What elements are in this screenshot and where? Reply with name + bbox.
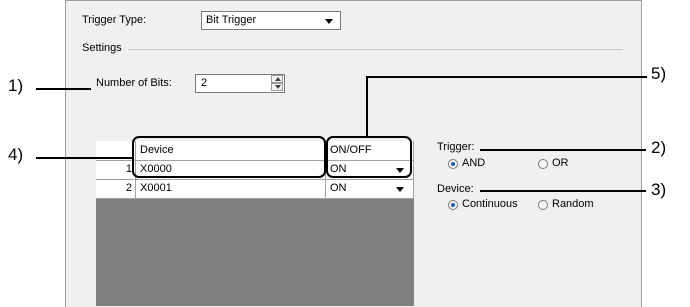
callout-2: 2) (651, 138, 667, 157)
callout-5-leader-h (366, 76, 647, 78)
device-mode-label: Device: (437, 183, 474, 195)
trigger-type-label: Trigger Type: (82, 14, 147, 26)
device-cell-2[interactable]: X0001 (136, 180, 326, 199)
spin-up-button[interactable] (271, 75, 283, 83)
chevron-down-icon (396, 187, 404, 192)
callout-2-leader (480, 149, 646, 151)
device-continuous-label[interactable]: Continuous (462, 198, 518, 210)
chevron-down-icon (325, 19, 333, 24)
device-column-highlight (132, 136, 326, 178)
device-random-radio[interactable] (538, 200, 548, 210)
callout-5-leader-v (366, 76, 368, 137)
arrow-down-icon (275, 85, 281, 89)
number-of-bits-label: Number of Bits: (96, 77, 172, 89)
callout-5: 5) (651, 64, 667, 83)
callout-1-leader (36, 88, 91, 90)
settings-separator (128, 49, 623, 50)
trigger-or-label[interactable]: OR (552, 157, 569, 169)
trigger-type-select[interactable]: Bit Trigger (201, 11, 341, 30)
callout-4-leader (36, 157, 134, 159)
trigger-or-radio[interactable] (538, 159, 548, 169)
settings-group-label: Settings (82, 42, 122, 54)
device-random-label[interactable]: Random (552, 198, 594, 210)
device-continuous-radio[interactable] (448, 200, 458, 210)
trigger-and-radio[interactable] (448, 159, 458, 169)
number-of-bits-spinbox[interactable]: 2 (195, 74, 285, 93)
onoff-select-2[interactable]: ON (326, 180, 414, 199)
row-index-2: 2 (96, 180, 136, 199)
callout-3-leader (480, 190, 646, 192)
trigger-label: Trigger: (437, 141, 475, 153)
callout-1: 1) (8, 76, 24, 95)
trigger-and-label[interactable]: AND (462, 157, 485, 169)
arrow-up-icon (275, 77, 281, 81)
row-index-1: 1 (96, 161, 136, 180)
spin-down-button[interactable] (271, 83, 283, 91)
callout-3: 3) (651, 180, 667, 199)
callout-4: 4) (8, 145, 24, 164)
number-of-bits-value: 2 (201, 77, 208, 89)
trigger-type-value: Bit Trigger (206, 14, 257, 26)
onoff-column-highlight (326, 136, 412, 178)
